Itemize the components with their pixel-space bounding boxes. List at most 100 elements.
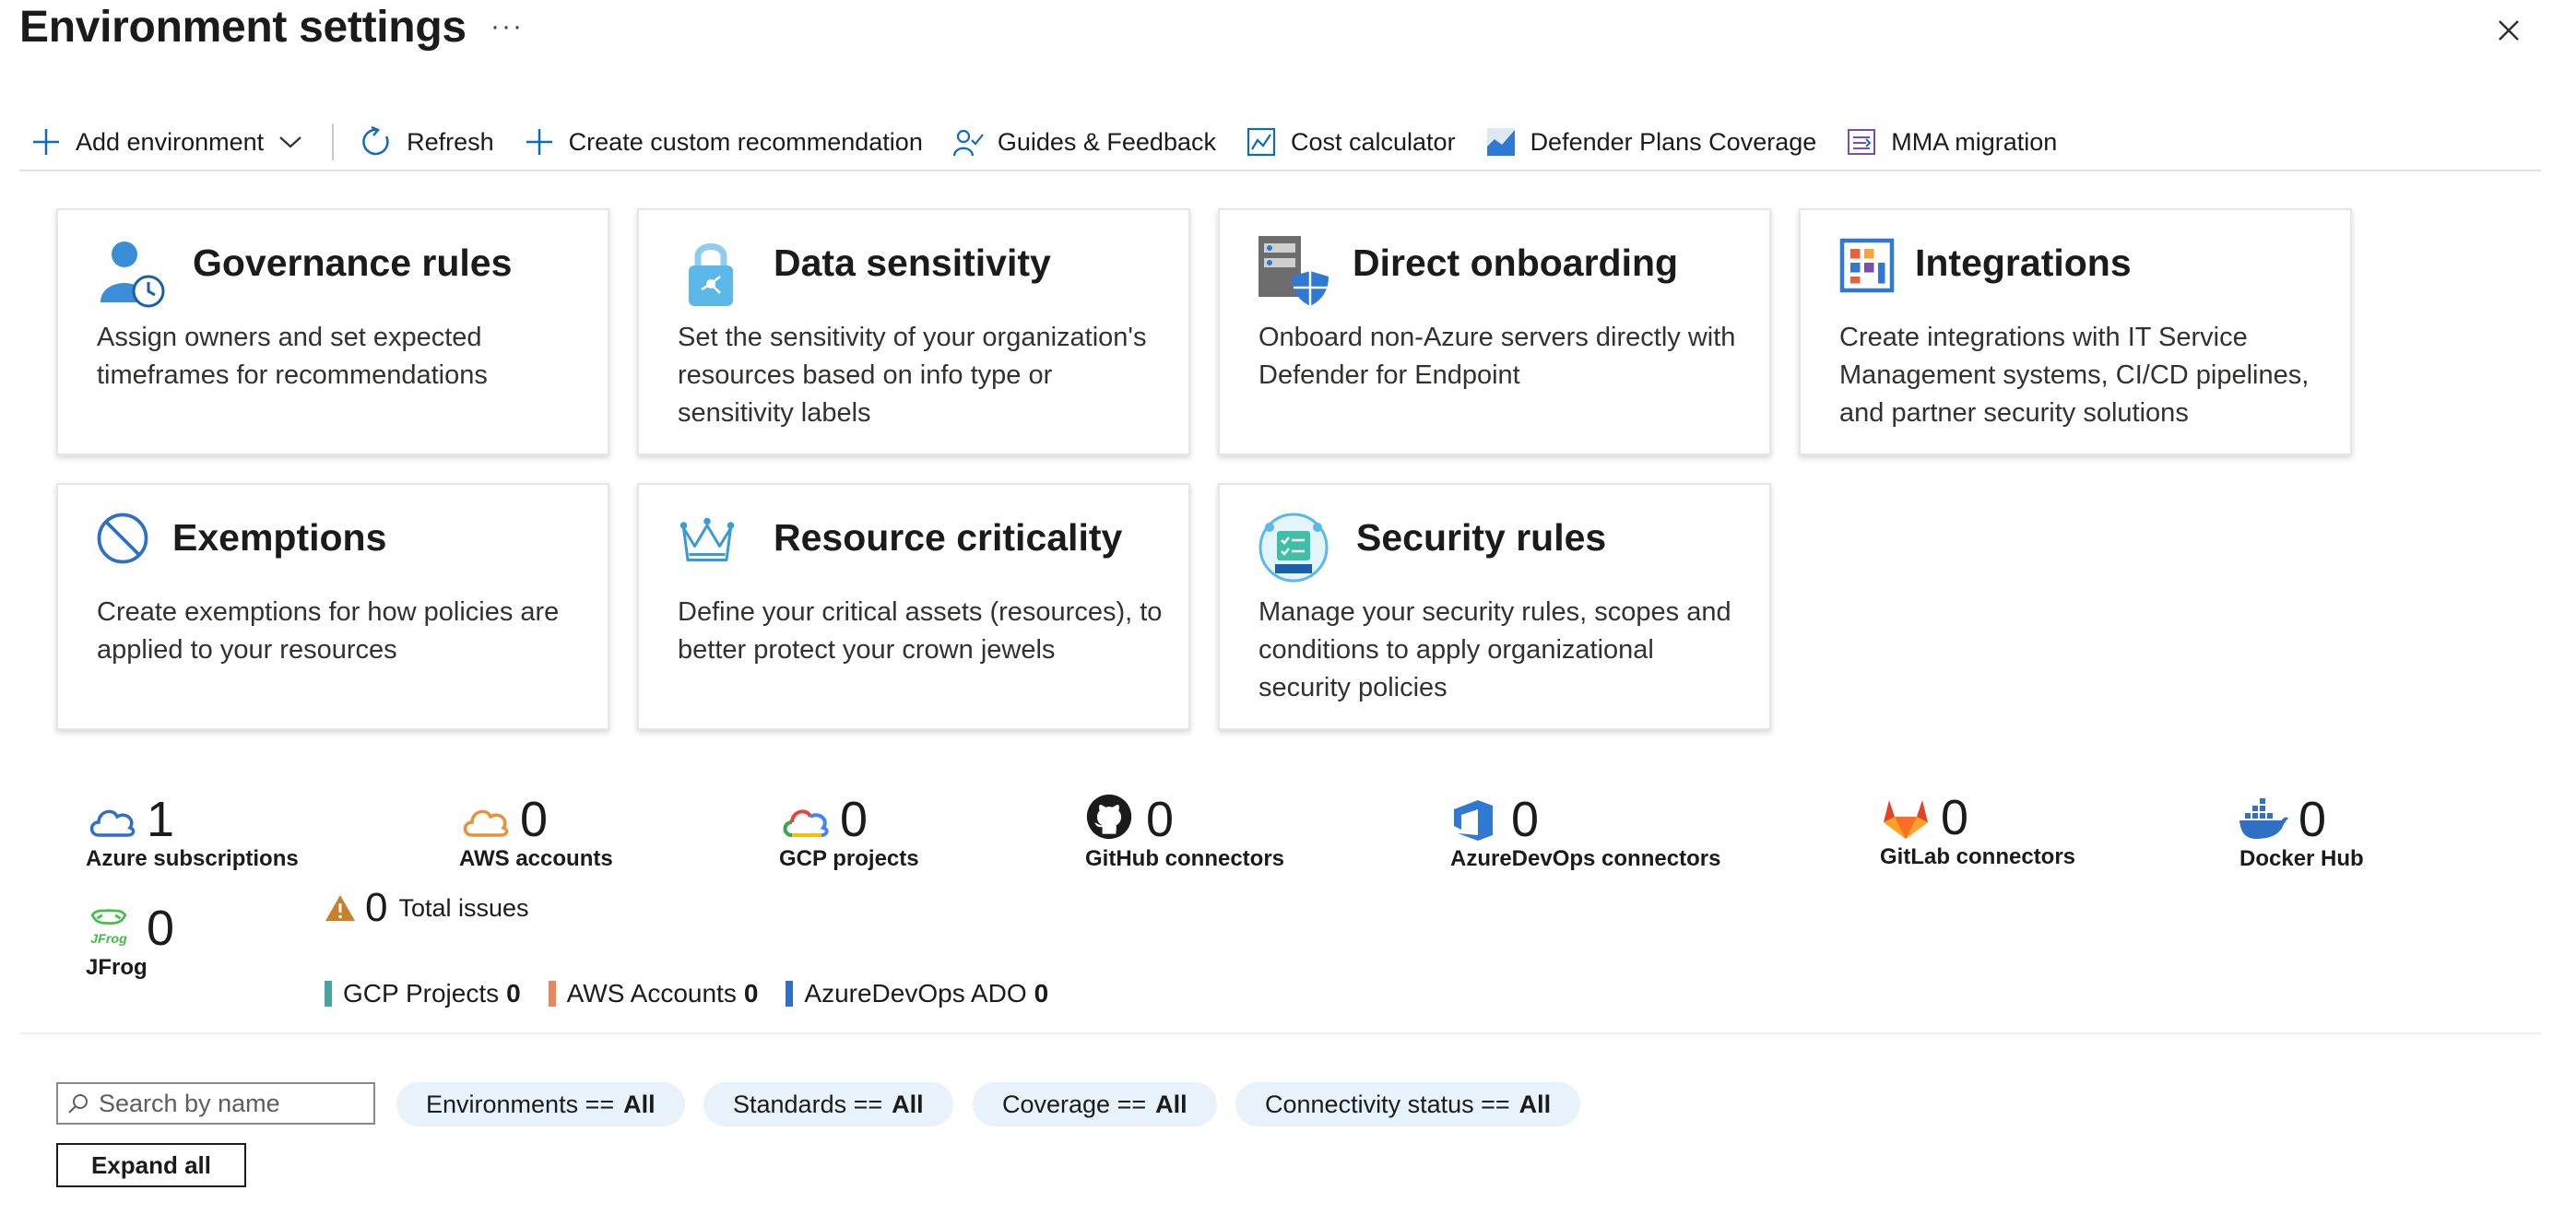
chevron-down-icon [278,135,302,149]
gcp-cloud-icon [783,809,829,837]
github-icon [1086,794,1132,840]
azure-cloud-icon [89,809,136,837]
card-governance-rules[interactable]: Governance rules Assign owners and set e… [56,208,609,455]
card-resource-criticality[interactable]: Resource criticality Define your critica… [637,483,1190,730]
legend-item-aws[interactable]: AWS Accounts 0 [548,979,758,1008]
toolbar-separator [332,124,335,160]
defender-plans-coverage-label: Defender Plans Coverage [1530,127,1817,156]
card-data-sensitivity[interactable]: Data sensitivity Set the sensitivity of … [637,208,1190,455]
warning-icon [325,895,355,921]
server-shield-icon [1258,236,1329,306]
mma-migration-button[interactable]: MMA migration [1844,118,2057,166]
card-title: Resource criticality [774,516,1123,559]
stat-count: 0 [840,792,869,847]
filter-key: Coverage == [1002,1090,1147,1118]
stat-count: 0 [1511,792,1540,847]
area-chart-icon [1483,124,1518,159]
card-description: Onboard non-Azure servers directly with … [1258,323,1736,390]
refresh-button[interactable]: Refresh [360,118,494,166]
governance-icon [100,242,165,308]
refresh-label: Refresh [407,127,494,156]
lock-icon [689,243,733,306]
create-custom-recommendation-button[interactable]: Create custom recommendation [522,118,923,166]
filter-value: All [892,1090,924,1118]
section-divider [19,1032,2541,1034]
filter-value: All [1518,1090,1552,1118]
create-custom-recommendation-label: Create custom recommendation [568,127,923,156]
filter-key: Connectivity status == [1265,1090,1510,1118]
issues-legend: GCP Projects 0 AWS Accounts 0 AzureDevOp… [325,979,1076,1008]
legend-item-azuredevops[interactable]: AzureDevOps ADO 0 [786,979,1048,1008]
expand-all-button[interactable]: Expand all [56,1143,246,1187]
filter-pill-standards[interactable]: Standards == All [703,1082,953,1126]
legend-item-gcp[interactable]: GCP Projects 0 [325,979,521,1008]
gitlab-icon [1884,800,1928,839]
stat-count: 0 [1146,792,1175,847]
jfrog-icon: JFrog [90,908,127,947]
azure-devops-icon [1454,800,1493,841]
add-environment-button[interactable]: Add environment [29,118,302,166]
filter-pill-coverage[interactable]: Coverage == All [973,1082,1217,1126]
stat-count: 0 [520,792,549,847]
card-title: Direct onboarding [1353,242,1679,284]
card-security-rules[interactable]: Security rules Manage your security rule… [1218,483,1771,730]
defender-plans-coverage-button[interactable]: Defender Plans Coverage [1483,118,1817,166]
card-description: Manage your security rules, scopes and c… [1258,597,1731,702]
chart-line-icon [1244,124,1279,159]
cost-calculator-button[interactable]: Cost calculator [1244,118,1456,166]
plus-icon [522,124,557,159]
legend-label: AzureDevOps ADO [804,979,1027,1008]
close-icon[interactable] [2491,13,2526,48]
issues-label: Total issues [398,893,529,922]
security-rules-icon [1258,513,1329,583]
card-exemptions[interactable]: Exemptions Create exemptions for how pol… [56,483,609,730]
search-input[interactable] [99,1089,357,1118]
cost-calculator-label: Cost calculator [1290,127,1456,156]
guides-feedback-button[interactable]: Guides & Feedback [951,118,1216,166]
stat-count: 0 [2298,792,2327,847]
legend-count: 0 [1034,979,1049,1008]
no-entry-icon [97,513,148,564]
search-box[interactable] [56,1082,375,1125]
stat-count: 0 [147,901,175,956]
card-direct-onboarding[interactable]: Direct onboarding Onboard non-Azure serv… [1218,208,1771,455]
crown-icon [679,517,735,561]
stat-count: 0 [1941,790,1969,845]
stat-label: AWS accounts [459,846,613,871]
stat-label: GitLab connectors [1880,844,2076,869]
aws-cloud-icon [463,809,509,837]
integrations-icon [1839,238,1895,293]
mma-migration-label: MMA migration [1891,127,2058,156]
legend-count: 0 [506,979,521,1008]
card-description: Create exemptions for how policies are a… [97,597,560,665]
feedback-person-icon [951,124,986,159]
stat-label: GCP projects [779,846,919,871]
filter-key: Standards == [733,1090,883,1118]
issues-count: 0 [365,885,388,930]
legend-color-bar [548,981,556,1007]
svg-text:JFrog: JFrog [90,932,127,947]
page-title: Environment settings [19,3,467,52]
legend-label: GCP Projects [343,979,500,1008]
card-integrations[interactable]: Integrations Create integrations with IT… [1799,208,2352,455]
command-bar: Add environment Refresh Create custom re… [19,114,2541,171]
total-issues: 0 Total issues [325,885,529,931]
stat-count: 1 [147,792,175,847]
filter-pill-environments[interactable]: Environments == All [396,1082,685,1126]
stat-label: Azure subscriptions [86,846,299,871]
filter-pill-connectivity-status[interactable]: Connectivity status == All [1235,1082,1581,1126]
card-title: Security rules [1356,516,1607,559]
plus-icon [29,124,64,159]
stat-label: AzureDevOps connectors [1450,846,1721,871]
card-title: Governance rules [193,242,513,284]
more-options-button[interactable]: ··· [490,11,524,42]
legend-label: AWS Accounts [566,979,737,1008]
guides-feedback-label: Guides & Feedback [997,127,1216,156]
filter-value: All [623,1090,656,1118]
card-description: Set the sensitivity of your organization… [678,323,1147,428]
add-environment-label: Add environment [76,127,265,156]
legend-color-bar [786,981,794,1007]
card-description: Assign owners and set expected timeframe… [97,323,488,390]
docker-icon [2239,798,2288,839]
card-title: Integrations [1915,242,2132,284]
